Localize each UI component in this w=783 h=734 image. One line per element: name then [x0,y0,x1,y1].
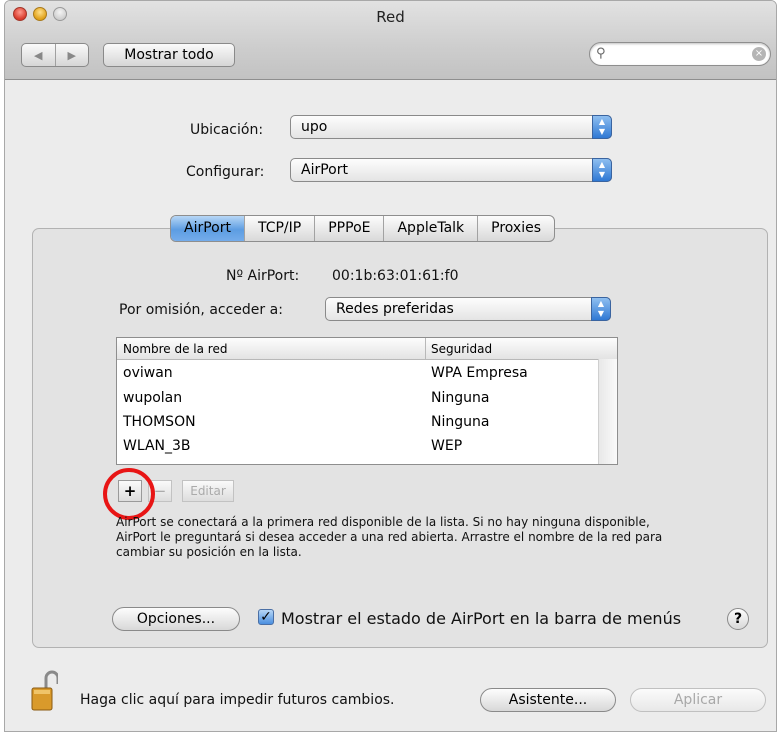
network-name: oviwan [123,365,173,381]
show-all-button[interactable]: Mostrar todo [103,43,235,67]
tab-bar: AirPort TCP/IP PPPoE AppleTalk Proxies [170,215,556,242]
search-icon: ⚲ [596,46,606,61]
location-popup[interactable]: upo ▲ ▼ [290,115,612,139]
window-title: Red [376,8,405,26]
network-security: Ninguna [431,390,490,406]
table-row[interactable]: WLAN_3B WEP [117,436,597,459]
edit-network-button[interactable]: Editar [182,480,234,502]
default-access-label: Por omisión, acceder a: [119,302,283,318]
network-security: WPA Empresa [431,365,528,381]
network-name: THOMSON [123,414,196,430]
default-access-popup[interactable]: Redes preferidas ▲ ▼ [325,297,611,321]
table-row[interactable]: oviwan WPA Empresa [117,363,597,386]
back-forward-control: ◀ ▶ [21,43,89,67]
help-button[interactable]: ? [727,608,749,630]
lock-label: Haga clic aquí para impedir futuros camb… [80,692,395,708]
options-button[interactable]: Opciones... [112,607,240,631]
highlight-circle [103,468,155,520]
tab-proxies[interactable]: Proxies [478,216,554,241]
table-header: Nombre de la red Seguridad [117,338,617,360]
lock-icon[interactable] [30,670,58,714]
clear-icon[interactable]: × [752,47,766,61]
default-access-value: Redes preferidas [336,301,454,317]
table-row[interactable]: wupolan Ninguna [117,388,597,411]
back-arrow-icon[interactable]: ◀ [22,44,56,66]
network-security: Ninguna [431,414,490,430]
table-scrollbar[interactable] [598,359,617,464]
configure-popup[interactable]: AirPort ▲ ▼ [290,158,612,182]
network-order-help-text: AirPort se conectará a la primera red di… [116,515,663,559]
menu-status-label: Mostrar el estado de AirPort en la barra… [281,609,682,628]
title-bar: Red ◀ ▶ Mostrar todo ⚲ × [5,1,776,80]
popup-arrows-icon: ▲ ▼ [592,115,612,139]
table-row[interactable]: THOMSON Ninguna [117,412,597,435]
configure-value: AirPort [301,162,348,178]
preferred-networks-table[interactable]: Nombre de la red Seguridad oviwan WPA Em… [116,337,618,465]
forward-arrow-icon[interactable]: ▶ [56,44,89,66]
network-security: WEP [431,438,463,454]
tab-tcpip[interactable]: TCP/IP [245,216,316,241]
popup-arrows-icon: ▲ ▼ [592,158,612,182]
column-header-network-name[interactable]: Nombre de la red [123,342,227,356]
menu-status-checkbox[interactable]: ✓ [258,609,274,625]
network-name: wupolan [123,390,183,406]
tab-airport[interactable]: AirPort [171,216,245,241]
search-field[interactable]: ⚲ × [589,42,771,66]
tab-pppoe[interactable]: PPPoE [315,216,385,241]
popup-arrows-icon: ▲ ▼ [591,297,611,321]
location-value: upo [301,119,328,135]
network-name: WLAN_3B [123,438,191,454]
location-label: Ubicación: [190,122,264,138]
assistant-button[interactable]: Asistente... [480,688,616,712]
airport-id-label: Nº AirPort: [226,268,300,284]
column-header-security[interactable]: Seguridad [431,342,492,356]
airport-id-value: 00:1b:63:01:61:f0 [332,268,459,284]
tab-appletalk[interactable]: AppleTalk [384,216,479,241]
apply-button[interactable]: Aplicar [630,688,766,712]
configure-label: Configurar: [186,164,265,180]
